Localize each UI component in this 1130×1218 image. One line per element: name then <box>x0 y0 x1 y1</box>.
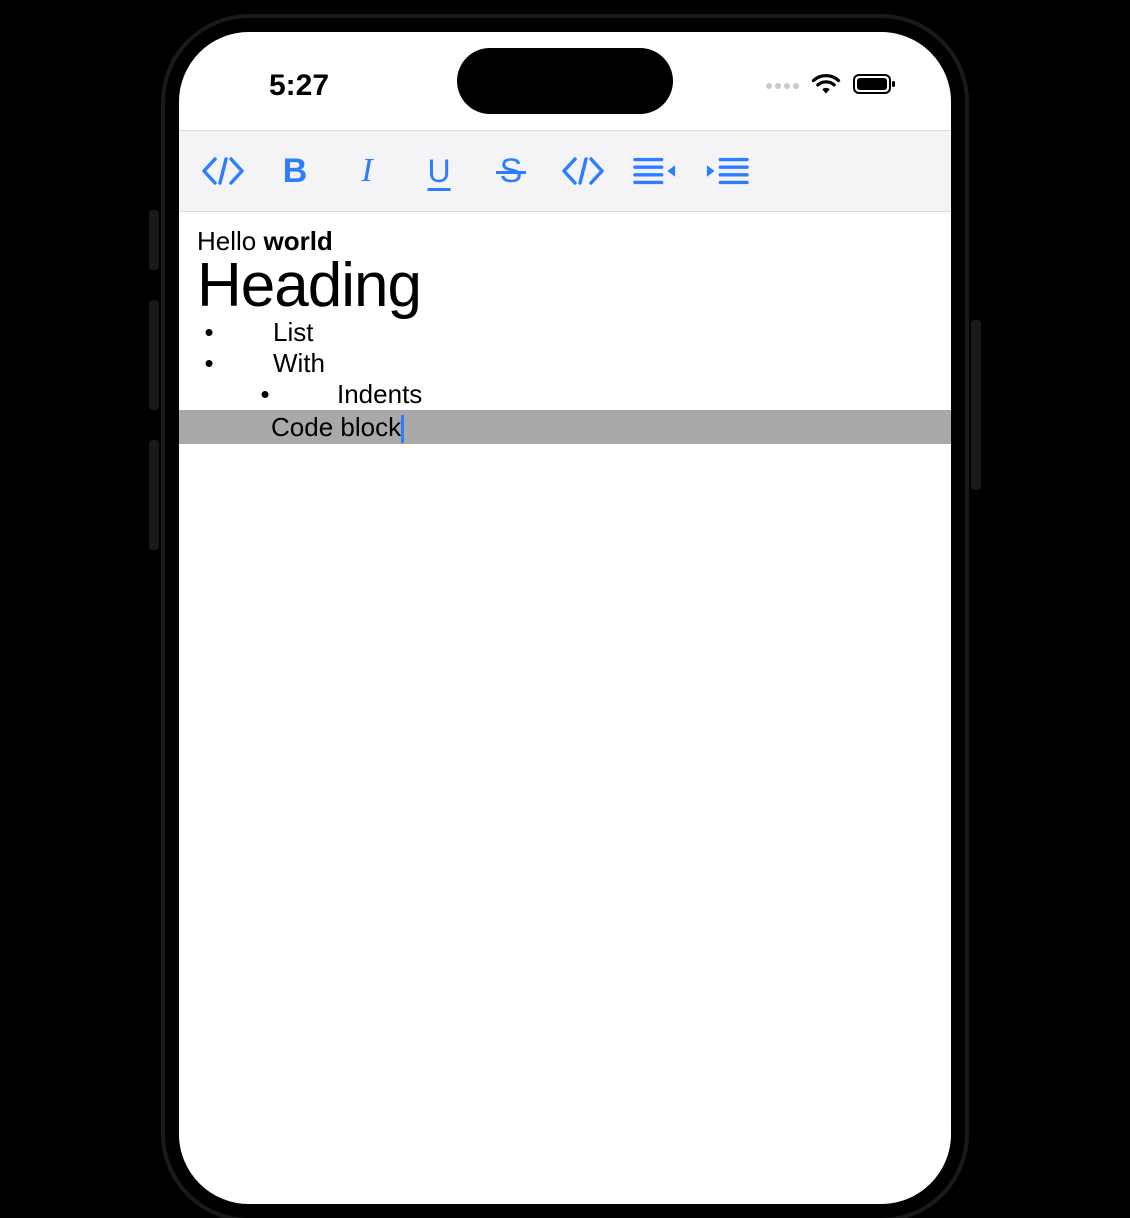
underline-icon: U <box>427 153 450 190</box>
list-item[interactable]: • With <box>197 348 933 379</box>
indent-button[interactable] <box>705 149 749 193</box>
bullet-icon: • <box>249 379 281 410</box>
indent-icon <box>705 154 749 188</box>
underline-button[interactable]: U <box>417 149 461 193</box>
bold-icon: B <box>283 152 308 191</box>
phone-screen: 5:27 <box>179 32 951 1204</box>
phone-side-button-volume-up <box>149 300 159 410</box>
phone-frame: 5:27 <box>165 18 965 1218</box>
bullet-icon: • <box>197 317 221 348</box>
code-text: Code block <box>271 412 401 442</box>
code-tag-icon <box>561 154 605 188</box>
dynamic-island <box>457 48 673 114</box>
battery-icon <box>853 69 897 103</box>
code-tag-icon <box>201 154 245 188</box>
outdent-icon <box>633 154 677 188</box>
editor-area[interactable]: Hello world Heading • List • With • Inde… <box>179 212 951 444</box>
bullet-icon: • <box>197 348 221 379</box>
list-item[interactable]: • List <box>197 317 933 348</box>
strikethrough-icon: S <box>500 152 523 191</box>
wifi-icon <box>811 69 841 103</box>
code-tag-button-2[interactable] <box>561 149 605 193</box>
list-text: Indents <box>337 379 422 410</box>
bold-button[interactable]: B <box>273 149 317 193</box>
italic-button[interactable]: I <box>345 149 389 193</box>
list-text: With <box>273 348 325 379</box>
list-item[interactable]: • Indents <box>197 379 933 410</box>
phone-side-button-silence <box>149 210 159 270</box>
strikethrough-button[interactable]: S <box>489 149 533 193</box>
phone-side-button-volume-down <box>149 440 159 550</box>
outdent-button[interactable] <box>633 149 677 193</box>
code-tag-button[interactable] <box>201 149 245 193</box>
format-toolbar: B I U S <box>179 131 951 211</box>
list-text: List <box>273 317 313 348</box>
italic-icon: I <box>361 152 372 190</box>
phone-side-button-power <box>971 320 981 490</box>
cell-signal-icon <box>766 83 799 89</box>
text-cursor <box>401 415 404 443</box>
heading-line[interactable]: Heading <box>197 255 933 317</box>
code-block-line[interactable]: Code block <box>179 410 951 444</box>
